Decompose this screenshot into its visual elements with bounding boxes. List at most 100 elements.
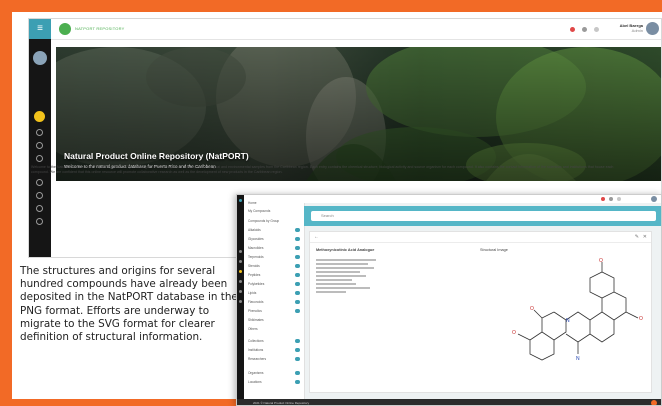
detail-line bbox=[316, 275, 366, 277]
nav-item[interactable]: Compounds by Group bbox=[248, 219, 279, 223]
card-header: ← ✎ ✕ bbox=[310, 232, 651, 243]
nav-item[interactable]: Steroids bbox=[248, 264, 260, 268]
nav-item[interactable]: Collections bbox=[248, 339, 264, 343]
compound-name: Methoxynicotinic Acid Analogue bbox=[316, 248, 375, 252]
notification-icon[interactable] bbox=[601, 197, 605, 201]
globe-icon[interactable] bbox=[36, 205, 43, 212]
svg-text:O: O bbox=[639, 316, 643, 322]
nav-item[interactable]: Others bbox=[248, 327, 258, 331]
detail-sidebar bbox=[237, 195, 244, 405]
hamburger-icon[interactable]: ≡ bbox=[29, 19, 51, 39]
nav-item[interactable]: Polyketides bbox=[248, 282, 264, 286]
user-role: Admin bbox=[631, 28, 643, 33]
book-icon[interactable] bbox=[36, 192, 43, 199]
nav-item[interactable]: Peptides bbox=[248, 273, 260, 277]
search-placeholder: Search bbox=[321, 213, 334, 218]
search-icon[interactable] bbox=[239, 260, 242, 263]
nav-item[interactable]: Shikimates bbox=[248, 318, 264, 322]
nav-item[interactable]: Locations bbox=[248, 380, 262, 384]
count-badge bbox=[295, 246, 300, 250]
count-badge bbox=[295, 348, 300, 352]
detail-topbar bbox=[304, 195, 661, 203]
count-badge bbox=[295, 300, 300, 304]
grid-icon[interactable] bbox=[617, 197, 621, 201]
hero-banner: Natural Product Online Repository (NatPO… bbox=[56, 47, 661, 181]
nav-item[interactable]: Home bbox=[248, 201, 257, 205]
settings-icon[interactable] bbox=[609, 197, 613, 201]
help-button[interactable] bbox=[651, 400, 657, 405]
svg-text:O: O bbox=[530, 306, 534, 312]
search-icon[interactable] bbox=[36, 129, 43, 136]
folder-icon[interactable] bbox=[36, 179, 43, 186]
count-badge bbox=[295, 264, 300, 268]
nav-item[interactable]: Terpenoids bbox=[248, 255, 264, 259]
nav-item[interactable]: Macrolides bbox=[248, 246, 263, 250]
delete-icon[interactable]: ✕ bbox=[643, 234, 647, 240]
nav-item[interactable]: Alkaloids bbox=[248, 228, 261, 232]
count-badge bbox=[295, 228, 300, 232]
user-avatar[interactable] bbox=[646, 22, 659, 35]
detail-line bbox=[316, 267, 374, 269]
globe-icon[interactable] bbox=[239, 300, 242, 303]
count-badge bbox=[295, 357, 300, 361]
svg-text:O: O bbox=[512, 330, 516, 336]
top-bar: NATPORT REPOSITORY Abel Baerga Admin bbox=[29, 19, 661, 40]
folder-icon[interactable] bbox=[239, 280, 242, 283]
compound-card: ← ✎ ✕ Methoxynicotinic Acid Analogue Str… bbox=[309, 231, 652, 393]
site-description: Welcome to the Natural Product Online Re… bbox=[31, 165, 614, 174]
notification-icon[interactable] bbox=[570, 27, 575, 32]
user-avatar[interactable] bbox=[651, 196, 657, 202]
detail-footer: 2021 © Natural Product Online Repository bbox=[237, 399, 661, 405]
compound-nav: Home My Compounds Compounds by Group Alk… bbox=[244, 195, 305, 399]
nav-item[interactable]: Phenolics bbox=[248, 309, 262, 313]
grid-icon[interactable] bbox=[594, 27, 599, 32]
back-icon[interactable]: ← bbox=[314, 234, 319, 240]
nav-item[interactable]: Lipids bbox=[248, 291, 256, 295]
sidebar: ≡ bbox=[29, 19, 51, 257]
svg-text:N: N bbox=[566, 318, 570, 324]
compound-icon[interactable] bbox=[239, 270, 242, 273]
nav-item[interactable]: My Compounds bbox=[248, 209, 270, 213]
count-badge bbox=[295, 237, 300, 241]
flask-icon[interactable] bbox=[36, 155, 43, 162]
nav-item[interactable]: Flavonoids bbox=[248, 300, 263, 304]
search-input[interactable]: Search bbox=[311, 211, 656, 221]
edit-icon[interactable]: ✎ bbox=[635, 234, 639, 240]
count-badge bbox=[295, 339, 300, 343]
footer-text: 2021 © Natural Product Online Repository bbox=[253, 401, 310, 405]
count-badge bbox=[295, 309, 300, 313]
menu-icon[interactable] bbox=[239, 199, 242, 202]
detail-line bbox=[316, 279, 352, 281]
detail-line bbox=[316, 259, 376, 261]
count-badge bbox=[295, 380, 300, 384]
structural-image-title: Structural Image bbox=[480, 248, 508, 252]
user-info[interactable]: Abel Baerga Admin bbox=[620, 23, 643, 33]
detail-line bbox=[316, 271, 360, 273]
chemical-structure-image: O O O O N N bbox=[512, 258, 643, 362]
nav-item[interactable]: Researchers bbox=[248, 357, 266, 361]
count-badge bbox=[295, 371, 300, 375]
nav-item[interactable]: Organisms bbox=[248, 371, 263, 375]
home-icon[interactable] bbox=[239, 250, 242, 253]
detail-screenshot: Home My Compounds Compounds by Group Alk… bbox=[236, 194, 662, 406]
detail-line bbox=[316, 263, 368, 265]
detail-line bbox=[316, 287, 370, 289]
home-icon[interactable] bbox=[34, 111, 45, 122]
natport-logo[interactable] bbox=[59, 23, 71, 35]
sidebar-avatar[interactable] bbox=[33, 51, 47, 65]
settings-icon[interactable] bbox=[582, 27, 587, 32]
info-icon[interactable] bbox=[36, 218, 43, 225]
logo-text: NATPORT REPOSITORY bbox=[75, 26, 125, 31]
nav-item[interactable]: Institutions bbox=[248, 348, 263, 352]
star-icon[interactable] bbox=[36, 142, 43, 149]
count-badge bbox=[295, 282, 300, 286]
svg-text:O: O bbox=[599, 258, 603, 264]
svg-text:N: N bbox=[576, 356, 580, 362]
count-badge bbox=[295, 255, 300, 259]
detail-line bbox=[316, 283, 356, 285]
count-badge bbox=[295, 273, 300, 277]
book-icon[interactable] bbox=[239, 290, 242, 293]
nav-item[interactable]: Glycosides bbox=[248, 237, 264, 241]
hero-title: Natural Product Online Repository (NatPO… bbox=[64, 151, 249, 161]
caption-text: The structures and origins for several h… bbox=[20, 265, 238, 344]
